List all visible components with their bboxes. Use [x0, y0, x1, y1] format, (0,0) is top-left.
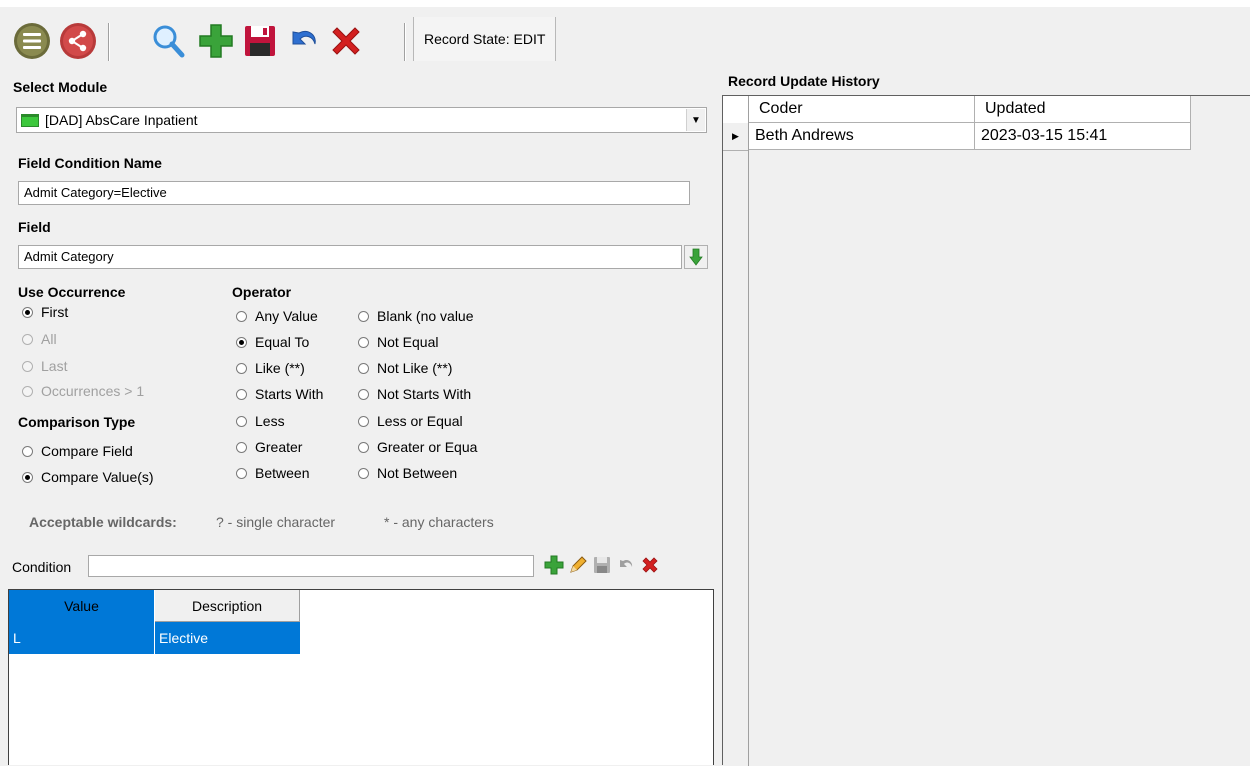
operator-right-radio-1[interactable]: Not Equal: [358, 334, 438, 350]
operator-option-label: Any Value: [255, 308, 318, 324]
current-row-arrow-icon: ▶: [723, 123, 748, 151]
radio-circle[interactable]: [358, 362, 369, 374]
arrow-down-icon: [689, 248, 703, 266]
operator-option-label: Not Starts With: [377, 386, 472, 402]
save-icon[interactable]: [240, 21, 280, 61]
module-select[interactable]: [DAD] AbsCare Inpatient ▼: [16, 107, 707, 133]
table-row-value-cell[interactable]: L: [9, 622, 155, 654]
add-condition-icon[interactable]: [542, 552, 566, 578]
operator-left-radio-2[interactable]: Like (**): [236, 360, 305, 376]
wildcards-label: Acceptable wildcards:: [29, 514, 177, 530]
operator-option-label: Like (**): [255, 360, 305, 376]
radio-circle[interactable]: [358, 336, 369, 348]
radio-circle[interactable]: [358, 388, 369, 400]
add-icon[interactable]: [196, 21, 236, 61]
delete-condition-icon[interactable]: [638, 552, 662, 578]
operator-option-label: Starts With: [255, 386, 324, 402]
search-icon[interactable]: [148, 21, 188, 61]
list-icon[interactable]: [12, 21, 52, 61]
radio-circle[interactable]: [236, 441, 247, 453]
updated-column-header[interactable]: Updated: [975, 96, 1191, 123]
radio-circle[interactable]: [358, 467, 369, 479]
operator-option-label: Less: [255, 413, 285, 429]
radio-circle[interactable]: [236, 467, 247, 479]
value-column-header[interactable]: Value: [9, 590, 155, 622]
table-row-updated-cell[interactable]: 2023-03-15 15:41: [975, 123, 1191, 150]
occurrence-all-radio: All: [22, 331, 57, 347]
radio-circle[interactable]: [358, 441, 369, 453]
main-toolbar: Record State: EDIT: [0, 7, 566, 65]
operator-option-label: Not Equal: [377, 334, 439, 350]
radio-circle[interactable]: [236, 310, 247, 322]
row-header-column: ▶: [723, 96, 749, 766]
operator-option-label: Less or Equal: [377, 413, 463, 429]
operator-left-radio-0[interactable]: Any Value: [236, 308, 318, 324]
operator-option-label: Not Like (**): [377, 360, 453, 376]
module-select-value: [DAD] AbsCare Inpatient: [45, 112, 198, 128]
compare-values-radio[interactable]: Compare Value(s): [22, 469, 154, 485]
compare-field-radio[interactable]: Compare Field: [22, 443, 133, 459]
undo-condition-icon: [614, 552, 638, 578]
radio-circle[interactable]: [236, 388, 247, 400]
description-column-header[interactable]: Description: [155, 590, 300, 622]
condition-label: Condition: [12, 559, 72, 575]
table-row-coder-cell[interactable]: Beth Andrews: [749, 123, 975, 150]
wildcard-any-text: * - any characters: [384, 514, 494, 530]
select-module-label: Select Module: [13, 79, 108, 95]
operator-option-label: Equal To: [255, 334, 310, 350]
folder-icon: [21, 114, 39, 127]
operator-right-radio-0[interactable]: Blank (no value: [358, 308, 474, 324]
field-picker-button[interactable]: [684, 245, 708, 269]
operator-right-radio-2[interactable]: Not Like (**): [358, 360, 452, 376]
operator-left-radio-5[interactable]: Greater: [236, 439, 302, 455]
chevron-down-icon[interactable]: ▼: [686, 109, 705, 131]
occurrence-last-radio: Last: [22, 358, 67, 374]
radio-circle[interactable]: [236, 336, 247, 348]
operator-right-radio-3[interactable]: Not Starts With: [358, 386, 471, 402]
values-grid: Value Description L Elective: [8, 589, 714, 765]
table-row-description-cell[interactable]: Elective: [155, 622, 300, 654]
undo-icon[interactable]: [284, 21, 324, 61]
field-label: Field: [18, 219, 51, 235]
delete-icon[interactable]: [326, 21, 366, 61]
operator-option-label: Greater: [255, 439, 303, 455]
record-state-label: Record State: EDIT: [413, 17, 557, 61]
radio-circle[interactable]: [358, 310, 369, 322]
operator-label: Operator: [232, 284, 292, 300]
operator-left-radio-3[interactable]: Starts With: [236, 386, 323, 402]
radio-circle[interactable]: [358, 415, 369, 427]
operator-left-radio-6[interactable]: Between: [236, 465, 309, 481]
toolbar-separator: [404, 23, 406, 61]
operator-option-label: Not Between: [377, 465, 458, 481]
record-update-history-label: Record Update History: [728, 73, 880, 89]
comparison-type-label: Comparison Type: [18, 414, 136, 430]
radio-circle[interactable]: [236, 415, 247, 427]
operator-right-radio-5[interactable]: Greater or Equa: [358, 439, 477, 455]
field-input[interactable]: Admit Category: [18, 245, 682, 269]
occurrence-first-radio[interactable]: First: [22, 304, 68, 320]
radio-circle[interactable]: [236, 362, 247, 374]
operator-option-label: Greater or Equa: [377, 439, 478, 455]
operator-right-radio-6[interactable]: Not Between: [358, 465, 457, 481]
operator-right-radio-4[interactable]: Less or Equal: [358, 413, 463, 429]
toolbar-separator: [108, 23, 110, 61]
edit-condition-icon[interactable]: [566, 552, 590, 578]
operator-left-radio-4[interactable]: Less: [236, 413, 285, 429]
field-condition-name-label: Field Condition Name: [18, 155, 162, 171]
condition-input[interactable]: [88, 555, 534, 577]
save-condition-icon: [590, 552, 614, 578]
occurrence-multi-radio: Occurrences > 1: [22, 383, 144, 399]
operator-left-radio-1[interactable]: Equal To: [236, 334, 309, 350]
history-grid: ▶ Coder Updated Beth Andrews 2023-03-15 …: [722, 95, 1250, 766]
title-strip: [0, 0, 1250, 7]
field-condition-name-input[interactable]: Admit Category=Elective: [18, 181, 690, 205]
operator-option-label: Between: [255, 465, 310, 481]
wildcard-single-text: ? - single character: [216, 514, 336, 530]
use-occurrence-label: Use Occurrence: [18, 284, 126, 300]
coder-column-header[interactable]: Coder: [749, 96, 975, 123]
share-icon[interactable]: [58, 21, 98, 61]
operator-option-label: Blank (no value: [377, 308, 474, 324]
